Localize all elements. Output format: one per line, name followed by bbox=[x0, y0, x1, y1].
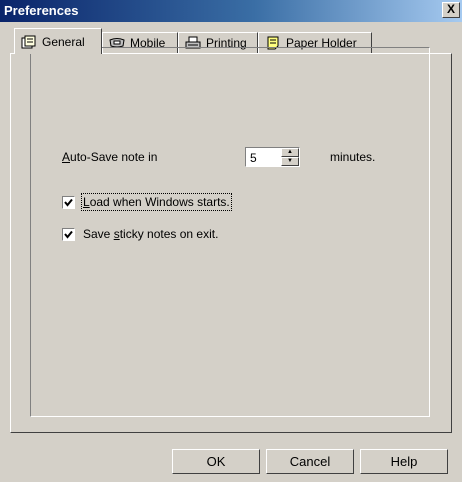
save-on-exit-label: Save sticky notes on exit. bbox=[83, 227, 219, 241]
help-button[interactable]: Help bbox=[360, 449, 448, 474]
tab-label: General bbox=[42, 34, 85, 49]
autosave-minutes-stepper[interactable]: ▲ ▼ bbox=[245, 147, 300, 167]
title-bar: Preferences X bbox=[0, 0, 462, 22]
spin-down-button[interactable]: ▼ bbox=[281, 157, 299, 166]
load-on-start-label: Load when Windows starts. bbox=[81, 193, 232, 211]
tab-general[interactable]: General bbox=[14, 28, 102, 54]
cancel-button[interactable]: Cancel bbox=[266, 449, 354, 474]
checkmark-icon bbox=[64, 198, 73, 207]
autosave-suffix: minutes. bbox=[330, 150, 376, 164]
spin-down-icon: ▼ bbox=[287, 158, 293, 164]
autosave-minutes-input[interactable] bbox=[250, 150, 276, 165]
load-on-start-option[interactable]: Load when Windows starts. bbox=[62, 193, 232, 211]
close-icon: X bbox=[446, 2, 455, 16]
spin-up-button[interactable]: ▲ bbox=[281, 148, 299, 157]
spin-up-icon: ▲ bbox=[287, 149, 293, 155]
save-on-exit-checkbox[interactable] bbox=[62, 227, 75, 241]
settings-sheet-icon bbox=[21, 35, 36, 48]
autosave-label: Auto-Save note in bbox=[62, 150, 158, 164]
load-on-start-checkbox[interactable] bbox=[62, 195, 75, 209]
ok-button[interactable]: OK bbox=[172, 449, 260, 474]
save-on-exit-option[interactable]: Save sticky notes on exit. bbox=[62, 227, 218, 241]
close-button[interactable]: X bbox=[442, 2, 460, 18]
window-title: Preferences bbox=[4, 3, 79, 18]
checkmark-icon bbox=[64, 230, 73, 239]
